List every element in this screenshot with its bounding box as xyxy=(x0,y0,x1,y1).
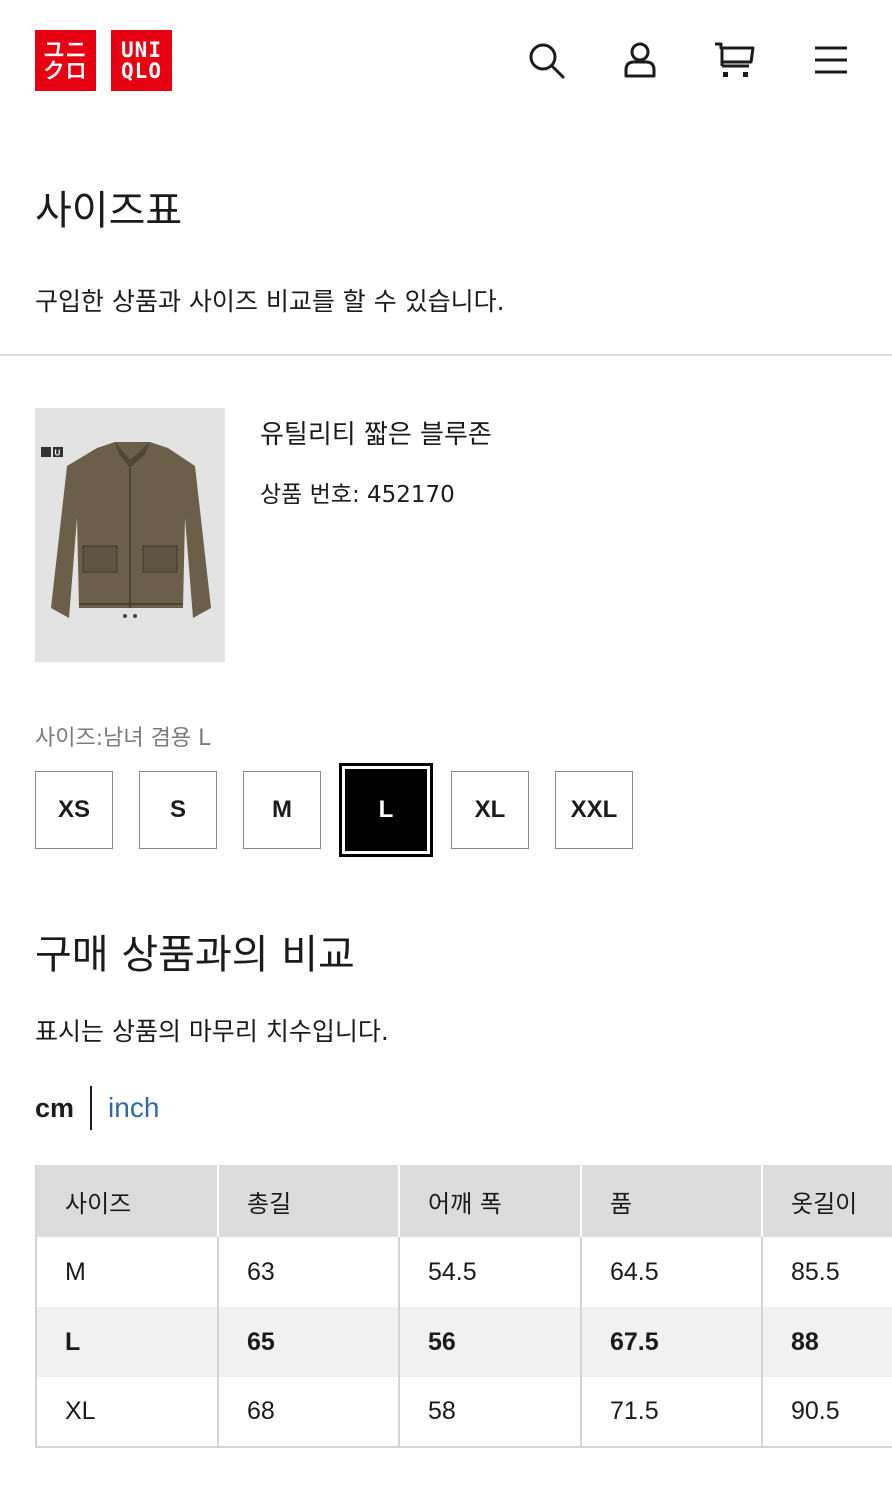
table-cell: 56 xyxy=(399,1307,582,1377)
compare-title: 구매 상품과의 비교 xyxy=(35,932,355,978)
page-title: 사이즈표 xyxy=(35,188,183,234)
size-options: XS S M L XL XXL xyxy=(35,763,659,857)
table-cell: 67.5 xyxy=(581,1307,763,1377)
product-name: 유틸리티 짧은 블루존 xyxy=(260,420,492,450)
product-number-label: 상품 번호: xyxy=(260,482,360,508)
table-cell: XL xyxy=(36,1377,219,1447)
logo-katakana: ユニ クロ xyxy=(35,30,96,91)
size-option-xxl[interactable]: XXL xyxy=(555,771,633,849)
table-cell: 71.5 xyxy=(581,1377,763,1447)
logo-latin-top: UNI xyxy=(121,37,162,62)
product-number-value: 452170 xyxy=(367,482,455,508)
table-row: XL 68 58 71.5 90.5 xyxy=(36,1377,892,1447)
logo-katakana-top: ユニ xyxy=(43,37,88,62)
size-option-xs[interactable]: XS xyxy=(35,771,113,849)
unit-separator xyxy=(90,1086,93,1130)
site-header: ユニ クロ UNI QLO xyxy=(0,0,892,122)
table-header-shoulder: 어깨 폭 xyxy=(399,1165,582,1237)
table-header-size: 사이즈 xyxy=(36,1165,219,1237)
table-header-length: 총길 xyxy=(218,1165,400,1237)
logo-latin-bottom: QLO xyxy=(121,58,162,83)
size-selected-label: 사이즈:남녀 겸용 L xyxy=(35,726,211,751)
table-cell: 65 xyxy=(218,1307,400,1377)
table-cell: 88 xyxy=(762,1307,892,1377)
section-divider xyxy=(0,354,892,356)
unit-toggle: cm inch xyxy=(35,1086,159,1130)
uniqlo-logo[interactable]: ユニ クロ UNI QLO xyxy=(35,30,172,91)
account-icon[interactable] xyxy=(618,38,662,82)
compare-description: 표시는 상품의 마무리 치수입니다. xyxy=(35,1017,389,1046)
size-option-xl[interactable]: XL xyxy=(451,771,529,849)
search-icon[interactable] xyxy=(524,38,568,82)
table-cell: 58 xyxy=(399,1377,582,1447)
svg-text:U: U xyxy=(55,449,61,458)
menu-icon[interactable] xyxy=(809,38,853,82)
table-header-row: 사이즈 총길 어깨 폭 품 옷길이 xyxy=(36,1165,892,1237)
product-image: U xyxy=(35,408,225,662)
page-description: 구입한 상품과 사이즈 비교를 할 수 있습니다. xyxy=(35,287,505,316)
size-option-s[interactable]: S xyxy=(139,771,217,849)
table-cell: M xyxy=(36,1237,219,1307)
size-option-l[interactable]: L xyxy=(339,763,433,857)
table-row-selected: L 65 56 67.5 88 xyxy=(36,1307,892,1377)
table-cell: 54.5 xyxy=(399,1237,582,1307)
table-cell: 68 xyxy=(218,1377,400,1447)
product-number: 상품 번호: 452170 xyxy=(260,475,455,509)
size-table: 사이즈 총길 어깨 폭 품 옷길이 M 63 54.5 64.5 85.5 L … xyxy=(35,1165,892,1448)
table-cell: 64.5 xyxy=(581,1237,763,1307)
table-header-sleeve: 옷길이 xyxy=(762,1165,892,1237)
table-row: M 63 54.5 64.5 85.5 xyxy=(36,1237,892,1307)
table-cell: L xyxy=(36,1307,219,1377)
table-cell: 90.5 xyxy=(791,1397,840,1425)
unit-cm-button[interactable]: cm xyxy=(35,1093,74,1124)
size-option-m[interactable]: M xyxy=(243,771,321,849)
logo-latin: UNI QLO xyxy=(111,30,172,91)
logo-katakana-bottom: クロ xyxy=(43,58,88,83)
table-cell: 85.5 xyxy=(791,1257,840,1286)
table-header-chest: 품 xyxy=(581,1165,763,1237)
unit-inch-link[interactable]: inch xyxy=(108,1092,159,1124)
table-cell: 63 xyxy=(218,1237,400,1307)
cart-icon[interactable] xyxy=(713,38,757,82)
